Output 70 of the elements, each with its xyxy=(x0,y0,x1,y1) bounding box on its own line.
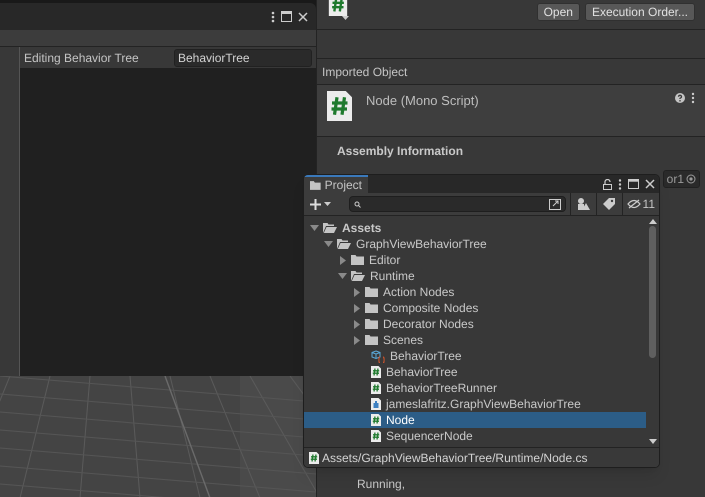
maximize-icon[interactable] xyxy=(281,11,292,22)
tree-item[interactable]: Node xyxy=(304,412,646,428)
code-line: Running, xyxy=(357,477,406,492)
tree-item[interactable]: BehaviorTree xyxy=(304,364,646,380)
lock-icon[interactable] xyxy=(603,178,612,190)
close-icon[interactable] xyxy=(645,179,655,189)
tree-item[interactable]: jameslafritz.GraphViewBehaviorTree xyxy=(304,396,646,412)
folder-icon xyxy=(310,180,321,190)
expanded-arrow-icon[interactable] xyxy=(310,225,319,231)
tree-item[interactable]: Decorator Nodes xyxy=(304,316,646,332)
scroll-up-icon[interactable] xyxy=(648,219,656,224)
asset-title: Node (Mono Script) xyxy=(366,92,480,110)
caret-icon xyxy=(324,202,331,206)
tree-item[interactable]: Editor xyxy=(304,252,646,268)
asset-path: Assets/GraphViewBehaviorTree/Runtime/Node.cs xyxy=(322,450,588,466)
more-icon[interactable] xyxy=(271,10,275,22)
folder-icon xyxy=(365,335,378,345)
tree-item[interactable]: Assets xyxy=(304,220,646,236)
folder-icon xyxy=(365,303,378,313)
tree-item[interactable]: Composite Nodes xyxy=(304,300,646,316)
shapes-icon xyxy=(576,198,590,210)
script-file-icon xyxy=(371,414,381,426)
script-file-icon xyxy=(327,90,352,122)
section-heading: Assembly Information xyxy=(337,143,464,160)
expanded-arrow-icon[interactable] xyxy=(324,241,333,247)
open-folder-icon xyxy=(337,239,351,249)
toolbar-button[interactable]: Open xyxy=(536,3,580,21)
more-icon[interactable] xyxy=(618,178,622,190)
open-folder-icon xyxy=(323,223,337,233)
target-icon[interactable] xyxy=(686,174,696,184)
open-folder-icon xyxy=(351,271,365,281)
object-field[interactable]: or1 xyxy=(662,170,700,188)
maximize-icon[interactable] xyxy=(628,179,639,189)
scroll-down-icon[interactable] xyxy=(648,439,656,444)
collapsed-arrow-icon[interactable] xyxy=(340,256,346,264)
section-title: Imported Object xyxy=(322,64,408,80)
project-tab[interactable]: Project xyxy=(304,175,368,193)
expanded-arrow-icon[interactable] xyxy=(338,273,347,279)
popout-icon[interactable] xyxy=(549,198,561,210)
close-icon[interactable] xyxy=(298,12,308,22)
script-file-icon xyxy=(309,452,319,464)
script-file-icon xyxy=(371,366,381,378)
help-icon[interactable] xyxy=(675,93,685,103)
script-file-icon xyxy=(327,0,349,16)
script-file-icon xyxy=(371,382,381,394)
plus-icon xyxy=(310,198,321,210)
more-icon[interactable] xyxy=(691,92,695,104)
cube-icon xyxy=(371,350,385,362)
tree-item[interactable]: GraphViewBehaviorTree xyxy=(304,236,646,252)
assembly-file-icon xyxy=(371,398,381,410)
tag-icon xyxy=(603,198,616,210)
tree-item[interactable]: Runtime xyxy=(304,268,646,284)
eye-slash-icon xyxy=(626,199,641,209)
toolbar-button[interactable]: Execution Order... xyxy=(584,3,695,21)
property-label: Editing Behavior Tree xyxy=(24,50,140,66)
search-field[interactable] xyxy=(349,196,566,212)
folder-icon xyxy=(365,287,378,297)
tree-item[interactable]: SequencerNode xyxy=(304,428,646,444)
field-text: or1 xyxy=(666,171,684,188)
tree-item[interactable]: Action Nodes xyxy=(304,284,646,300)
tree-item[interactable]: BehaviorTree xyxy=(304,348,646,364)
object-field[interactable]: BehaviorTree xyxy=(174,48,312,66)
tree-item[interactable]: BehaviorTreeRunner xyxy=(304,380,646,396)
folder-icon xyxy=(365,319,378,329)
folder-icon xyxy=(351,255,364,265)
script-file-icon xyxy=(371,430,381,442)
search-icon xyxy=(354,200,361,208)
tree-item[interactable]: Scenes xyxy=(304,332,646,348)
caret-icon[interactable] xyxy=(342,16,349,20)
hidden-packages-button[interactable]: 11 xyxy=(622,193,659,215)
